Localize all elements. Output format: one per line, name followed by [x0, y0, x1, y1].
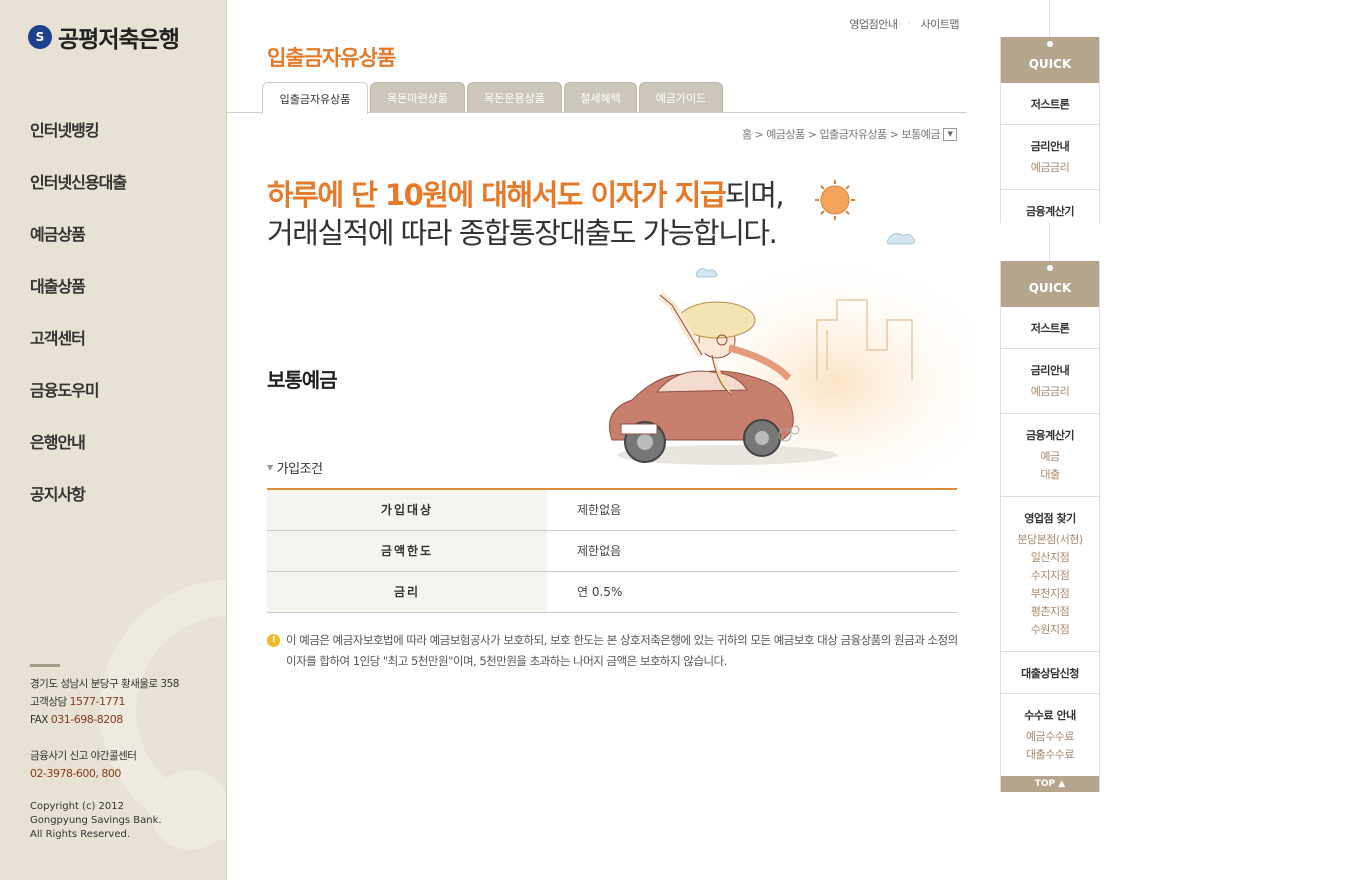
nav-item-finance-helper[interactable]: 금융도우미: [30, 377, 126, 429]
quick-sub-link[interactable]: 예금수수료: [1001, 728, 1099, 746]
table-value-cell: 연 0.5%: [547, 571, 957, 613]
fax-number: 031-698-8208: [50, 713, 123, 726]
conditions-table: 가입대상 제한없음 금액한도 제한없음 금리 연 0.5%: [267, 488, 957, 613]
table-row: 금액한도 제한없음: [267, 530, 957, 572]
fax-label: FAX: [30, 714, 48, 726]
quick-sub-link[interactable]: 대출: [1001, 466, 1099, 484]
sitemap-link[interactable]: 사이트맵: [921, 16, 960, 32]
quick-sub-link[interactable]: 수원지점: [1001, 621, 1099, 639]
separator: ·: [907, 16, 912, 29]
contact-info: 경기도 성남시 분당구 황새울로 358 고객상담 1577-1771 FAX …: [30, 664, 179, 783]
table-row: 가입대상 제한없음: [267, 489, 957, 531]
nav-item-deposit-products[interactable]: 예금상품: [30, 221, 126, 273]
chevron-down-icon[interactable]: ▼: [943, 127, 957, 141]
main-nav: 인터넷뱅킹 인터넷신용대출 예금상품 대출상품 고객센터 금융도우미 은행안내 …: [30, 117, 127, 533]
tab-savings[interactable]: 목돈마련상품: [370, 82, 465, 112]
main-content: 영업점안내 · 사이트맵 입출금자유상품 입출금자유상품 목돈마련상품 목돈운용…: [227, 0, 977, 880]
quick-item-rates[interactable]: 금리안내 예금금리: [1001, 349, 1099, 414]
sun-icon: [815, 180, 855, 220]
breadcrumb-path[interactable]: 홈 > 예금상품 > 입출금자유상품 > 보통예금: [742, 126, 941, 142]
warning-icon: !: [267, 634, 280, 647]
quick-header: QUICK: [1001, 37, 1099, 83]
table-value-cell: 제한없음: [547, 530, 957, 572]
breadcrumb: 홈 > 예금상품 > 입출금자유상품 > 보통예금 ▼: [742, 126, 957, 142]
fraud-report-label: 금융사기 신고 야간콜센터: [30, 750, 137, 762]
quick-item-just-loan[interactable]: 저스트론: [1001, 83, 1099, 125]
quick-sub-link[interactable]: 일산지점: [1001, 549, 1099, 567]
nav-item-loan-products[interactable]: 대출상품: [30, 273, 126, 325]
table-header-cell: 금리: [267, 571, 547, 613]
conditions-title: ▼ 가입조건: [267, 458, 323, 477]
table-header-cell: 금액한도: [267, 530, 547, 572]
car-illustration: [609, 180, 977, 480]
logo-icon: S: [28, 25, 52, 49]
logo[interactable]: S 공평저축은행: [28, 20, 180, 54]
tab-free-deposit[interactable]: 입출금자유상품: [262, 82, 368, 114]
conditions-title-text: 가입조건: [276, 462, 323, 477]
triangle-down-icon: ▼: [267, 463, 273, 472]
quick-sub-link[interactable]: 대출수수료: [1001, 746, 1099, 764]
tab-investment[interactable]: 목돈운용상품: [467, 82, 562, 112]
quick-sub-link[interactable]: 수지지점: [1001, 567, 1099, 585]
phone-label: 고객상담: [30, 696, 67, 708]
quick-item-branch-finder[interactable]: 영업점 찾기 분당본점(서현) 일산지점 수지지점 부천지점 평촌지점 수원지점: [1001, 497, 1099, 652]
logo-text: 공평저축은행: [58, 26, 180, 53]
quick-sub-link[interactable]: 예금: [1001, 448, 1099, 466]
notice-text: 이 예금은 예금자보호법에 따라 예금보험공사가 보호하되, 보호 한도는 본 …: [286, 633, 958, 668]
quick-item-calculator[interactable]: 금융계산기: [1001, 190, 1099, 223]
left-sidebar: S 공평저축은행 인터넷뱅킹 인터넷신용대출 예금상품 대출상품 고객센터 금융…: [0, 0, 227, 880]
table-header-cell: 가입대상: [267, 489, 547, 531]
quick-item-calculator[interactable]: 금융계산기 예금 대출: [1001, 414, 1099, 497]
contact-divider: [30, 664, 60, 667]
copyright-line: All Rights Reserved.: [30, 829, 131, 840]
quick-item-just-loan[interactable]: 저스트론: [1001, 307, 1099, 349]
deposit-protection-notice: ! 이 예금은 예금자보호법에 따라 예금보험공사가 보호하되, 보호 한도는 …: [267, 630, 967, 672]
quick-sub-link[interactable]: 평촌지점: [1001, 603, 1099, 621]
product-title: 보통예금: [267, 368, 338, 392]
copyright-line: Copyright (c) 2012: [30, 801, 124, 812]
quick-item-fees[interactable]: 수수료 안내 예금수수료 대출수수료: [1001, 694, 1099, 776]
quick-sub-link[interactable]: 분당본점(서현): [1001, 531, 1099, 549]
table-row: 금리 연 0.5%: [267, 571, 957, 613]
nav-item-bank-info[interactable]: 은행안내: [30, 429, 126, 481]
quick-sub-link[interactable]: 예금금리: [1001, 383, 1099, 401]
nav-item-notices[interactable]: 공지사항: [30, 481, 126, 533]
page-title: 입출금자유상품: [267, 46, 396, 70]
quick-menu-ghost: QUICK 저스트론 금리안내 예금금리 금융계산기: [1000, 37, 1100, 223]
product-tabs: 입출금자유상품 목돈마련상품 목돈운용상품 절세혜택 예금가이드: [227, 82, 967, 114]
quick-sub-link[interactable]: 부천지점: [1001, 585, 1099, 603]
quick-header: QUICK: [1001, 261, 1099, 307]
quick-item-rates[interactable]: 금리안내 예금금리: [1001, 125, 1099, 190]
quick-hanger-line: [1049, 223, 1050, 261]
phone-number: 1577-1771: [69, 695, 125, 708]
top-button[interactable]: TOP ▲: [1001, 776, 1099, 792]
nav-item-internet-banking[interactable]: 인터넷뱅킹: [30, 117, 126, 169]
quick-item-loan-consult[interactable]: 대출상담신청: [1001, 652, 1099, 694]
copyright: Copyright (c) 2012 Gongpyung Savings Ban…: [30, 800, 162, 842]
fraud-report-phone: 02-3978-600, 800: [30, 767, 121, 780]
copyright-line: Gongpyung Savings Bank.: [30, 815, 162, 826]
branch-info-link[interactable]: 영업점안내: [849, 16, 898, 32]
utility-links: 영업점안내 · 사이트맵: [849, 16, 959, 32]
nav-item-internet-credit-loan[interactable]: 인터넷신용대출: [30, 169, 127, 221]
tab-tax-benefit[interactable]: 절세혜택: [564, 82, 637, 112]
quick-menu: QUICK 저스트론 금리안내 예금금리 금융계산기 예금 대출 영업점 찾기 …: [1000, 261, 1100, 792]
quick-hanger-line: [1049, 0, 1050, 37]
nav-item-customer-center[interactable]: 고객센터: [30, 325, 126, 377]
tab-deposit-guide[interactable]: 예금가이드: [639, 82, 723, 112]
table-value-cell: 제한없음: [547, 489, 957, 531]
address: 경기도 성남시 분당구 황새울로 358: [30, 678, 179, 690]
